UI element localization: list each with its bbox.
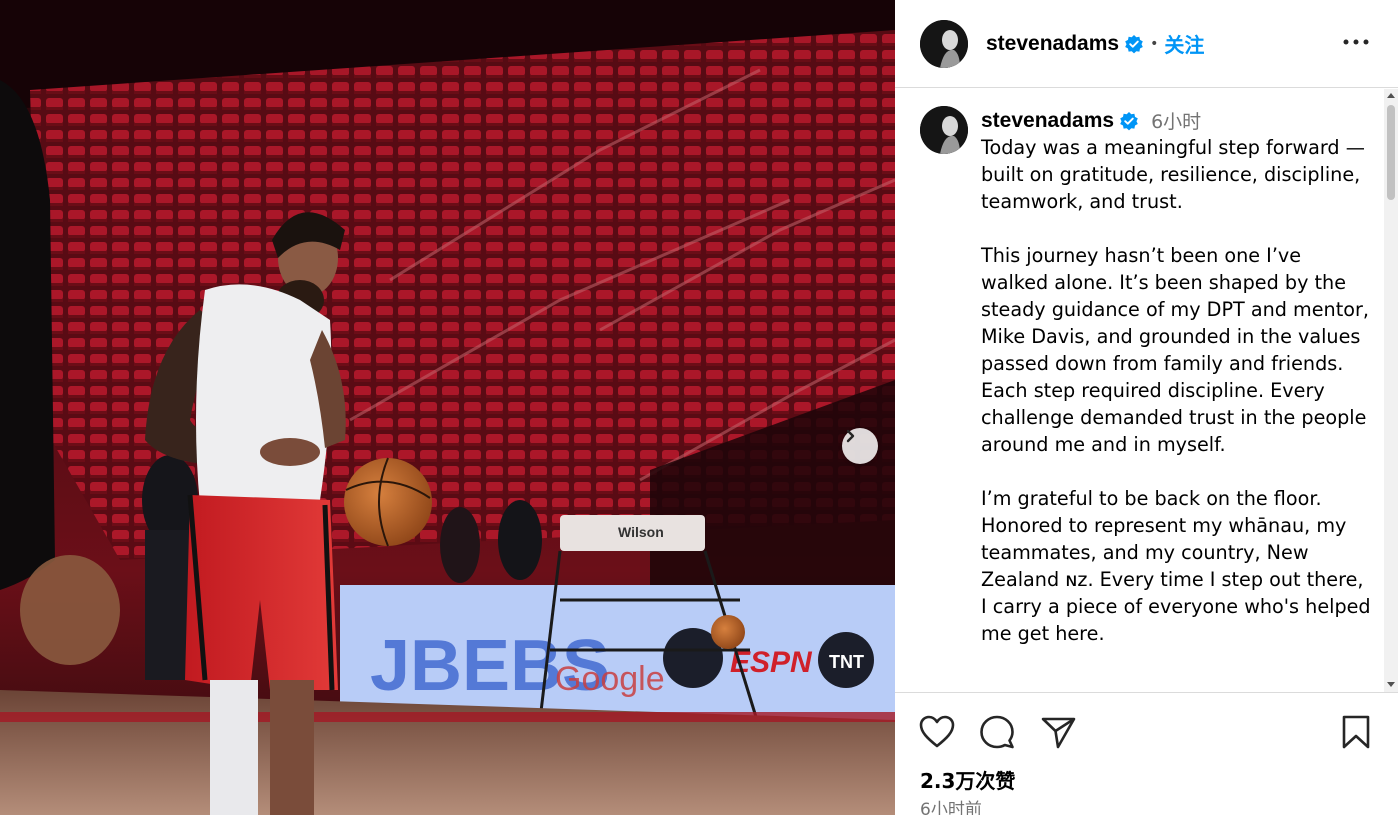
scroll-up-arrow-icon[interactable] [1387,93,1395,98]
more-options-icon [1343,39,1369,45]
verified-badge-icon [1119,111,1139,131]
separator-dot: • [1150,35,1159,52]
more-options-button[interactable] [1342,30,1370,54]
caption-username[interactable]: stevenadams [981,109,1114,133]
save-button[interactable] [1340,715,1380,751]
scroll-thumb[interactable] [1387,105,1395,200]
svg-text:Google: Google [555,660,665,698]
share-button[interactable] [1041,715,1081,751]
caption-text: Today was a meaningful step forward —bui… [981,136,1371,645]
post-header: stevenadams • 关注 [895,0,1398,88]
header-username[interactable]: stevenadams [986,32,1119,56]
comment-button[interactable] [979,715,1019,751]
chevron-right-icon [846,429,855,443]
follow-button[interactable]: 关注 [1164,29,1204,58]
caption-area: stevenadams 6小时 Today was a meaningful s… [895,89,1398,692]
verified-badge-icon [1124,34,1144,54]
next-image-button[interactable] [842,428,878,464]
likes-count[interactable]: 2.3万次赞 [920,765,1015,794]
avatar-image [920,19,968,68]
like-button[interactable] [919,715,959,751]
post-detail-panel: stevenadams • 关注 stevenadams 6小时 Today w… [895,0,1398,815]
action-bar: 2.3万次赞 6小时前 [895,692,1398,815]
heart-icon [919,715,955,748]
caption-scrollbar[interactable] [1384,89,1398,692]
caption-timestamp[interactable]: 6小时 [1151,107,1201,134]
svg-text:Wilson: Wilson [618,524,664,540]
avatar[interactable] [920,19,968,68]
svg-text:TNT: TNT [829,652,864,672]
share-icon [1041,717,1076,749]
bookmark-icon [1342,715,1370,749]
post-photo-illustration: JBEBS Google ESPN TNT Wilson [0,0,895,815]
post-image[interactable]: JBEBS Google ESPN TNT Wilson [0,0,895,815]
comment-icon [980,715,1014,749]
caption-avatar[interactable] [920,106,968,154]
scroll-down-arrow-icon[interactable] [1387,682,1395,687]
post-timestamp[interactable]: 6小时前 [920,795,982,815]
avatar-image [920,106,968,154]
caption-header: stevenadams 6小时 [981,107,1201,134]
